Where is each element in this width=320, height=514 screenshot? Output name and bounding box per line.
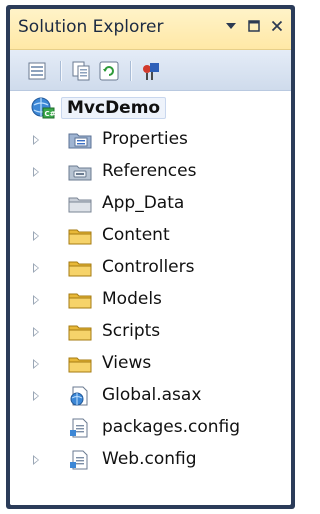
expand-arrow-icon[interactable] <box>33 391 39 401</box>
tree-item-controllers[interactable]: Controllers <box>10 253 291 283</box>
title-bar[interactable]: Solution Explorer <box>10 9 291 50</box>
folder-icon <box>68 258 92 278</box>
folder-icon <box>68 354 92 374</box>
tree-item-label: Global.asax <box>102 385 202 405</box>
config-file-icon <box>68 450 92 470</box>
expand-arrow-icon[interactable] <box>33 263 39 273</box>
global-asax-icon <box>68 386 92 406</box>
solution-explorer-panel: Solution Explorer C# MvcDemo Properties … <box>10 9 291 505</box>
app-data-folder-icon <box>68 194 92 214</box>
solution-explorer-window: Solution Explorer C# MvcDemo Properties … <box>6 5 295 509</box>
folder-icon <box>68 322 92 342</box>
view-class-diagram-button[interactable] <box>140 60 162 82</box>
tree-item-scripts[interactable]: Scripts <box>10 317 291 347</box>
svg-text:C#: C# <box>45 110 56 118</box>
toolbar-separator <box>130 61 131 81</box>
tree-item-packages-config[interactable]: packages.config <box>10 413 291 443</box>
expand-arrow-icon[interactable] <box>33 167 39 177</box>
tree-item-label: Content <box>102 225 170 245</box>
expand-arrow-icon[interactable] <box>33 359 39 369</box>
refresh-icon <box>99 61 119 81</box>
expand-arrow-icon[interactable] <box>33 231 39 241</box>
toolbar <box>10 50 291 91</box>
tree-item-content[interactable]: Content <box>10 221 291 251</box>
expand-arrow-icon[interactable] <box>33 327 39 337</box>
solution-tree: C# MvcDemo Properties References App_Dat… <box>10 91 291 505</box>
tree-item-models[interactable]: Models <box>10 285 291 315</box>
tree-item-label: Scripts <box>102 321 161 341</box>
show-all-files-button[interactable] <box>70 60 92 82</box>
tree-item-label: Controllers <box>102 257 195 277</box>
config-file-icon <box>68 418 92 438</box>
tree-item-label: packages.config <box>102 417 241 437</box>
class-diagram-icon <box>143 63 159 80</box>
refresh-button[interactable] <box>98 60 120 82</box>
tree-item-label: App_Data <box>102 193 185 213</box>
folder-icon <box>68 290 92 310</box>
panel-title: Solution Explorer <box>18 17 164 37</box>
dropdown-icon[interactable] <box>223 18 239 34</box>
web-project-icon: C# <box>30 96 56 120</box>
tree-item-label: Views <box>102 353 152 373</box>
close-icon[interactable] <box>269 18 285 34</box>
tree-item-properties[interactable]: Properties <box>10 125 291 155</box>
folder-icon <box>68 226 92 246</box>
tree-item-global-asax[interactable]: Global.asax <box>10 381 291 411</box>
tree-root-label: MvcDemo <box>61 97 167 119</box>
tree-item-app-data[interactable]: App_Data <box>10 189 291 219</box>
tree-item-label: Properties <box>102 129 188 149</box>
properties-button[interactable] <box>26 60 48 82</box>
tree-item-web-config[interactable]: Web.config <box>10 445 291 475</box>
expand-arrow-icon[interactable] <box>33 455 39 465</box>
tree-item-references[interactable]: References <box>10 157 291 187</box>
toolbar-separator <box>60 61 61 81</box>
tree-item-label: Web.config <box>102 449 197 469</box>
tree-root-project[interactable]: C# MvcDemo <box>10 93 291 123</box>
properties-folder-icon <box>68 130 92 150</box>
maximize-icon[interactable] <box>246 18 262 34</box>
show-all-files-icon <box>72 61 90 81</box>
title-controls <box>223 18 285 34</box>
expand-arrow-icon[interactable] <box>33 135 39 145</box>
properties-icon <box>28 62 46 80</box>
expand-arrow-icon[interactable] <box>33 295 39 305</box>
references-icon <box>68 162 92 182</box>
tree-item-label: Models <box>102 289 162 309</box>
tree-item-views[interactable]: Views <box>10 349 291 379</box>
tree-item-label: References <box>102 161 197 181</box>
